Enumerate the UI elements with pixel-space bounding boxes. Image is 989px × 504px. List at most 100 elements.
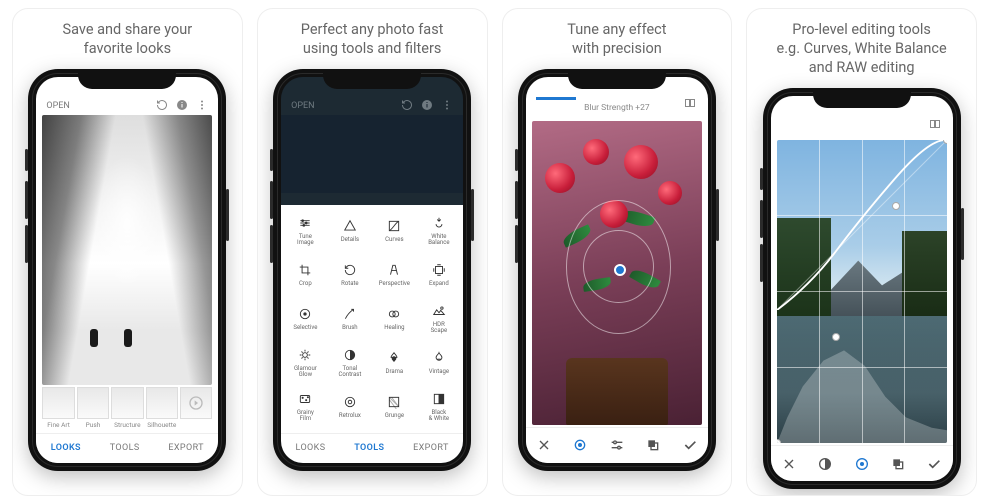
- tool-details[interactable]: Details: [328, 209, 373, 253]
- tool-expand[interactable]: Expand: [417, 253, 462, 297]
- tool-icon: [297, 391, 313, 407]
- tool-brush[interactable]: Brush: [328, 297, 373, 341]
- tool-icon: [297, 262, 313, 278]
- tool-label: WhiteBalance: [428, 234, 449, 247]
- tool-icon: [342, 347, 358, 363]
- tools-sheet: TuneImage DetailsCurves WhiteBalance Crop Ro…: [281, 205, 463, 433]
- sliders-button[interactable]: [609, 437, 625, 453]
- luminance-channel-button[interactable]: [817, 456, 833, 472]
- photo-canvas[interactable]: [42, 115, 212, 385]
- tool-glamour-glow[interactable]: GlamourGlow: [283, 341, 328, 385]
- invert-button[interactable]: [645, 437, 661, 453]
- compare-icon[interactable]: [929, 118, 941, 130]
- look-thumb[interactable]: Push: [77, 387, 109, 429]
- tool-label: Drama: [386, 369, 404, 375]
- caption-line: with precision: [572, 40, 662, 57]
- curve-node[interactable]: [892, 202, 900, 210]
- histogram: [777, 340, 947, 443]
- caption-line: Tune any effect: [567, 21, 666, 38]
- tool-icon: [431, 303, 447, 319]
- styles-button[interactable]: [890, 456, 906, 472]
- tab-export[interactable]: EXPORT: [413, 443, 449, 453]
- tool-label: TuneImage: [297, 234, 314, 247]
- look-thumb[interactable]: Silhouette: [146, 387, 178, 429]
- apply-button[interactable]: [682, 437, 698, 453]
- tool-selective[interactable]: Selective: [283, 297, 328, 341]
- tool-grainy-film[interactable]: GrainyFilm: [283, 385, 328, 429]
- tab-tools[interactable]: TOOLS: [110, 443, 140, 453]
- photo-canvas[interactable]: [532, 121, 702, 425]
- curve-line[interactable]: [777, 140, 947, 310]
- effect-value-label: Blur Strength +27: [584, 103, 650, 113]
- tool-label: TonalContrast: [338, 366, 361, 379]
- tool-perspective[interactable]: Perspective: [372, 253, 417, 297]
- info-icon[interactable]: [176, 99, 188, 111]
- panel-curves: Pro-level editing tools e.g. Curves, Whi…: [746, 8, 977, 496]
- tab-looks[interactable]: LOOKS: [51, 443, 81, 453]
- tool-label: Vintage: [429, 369, 449, 375]
- focus-mode-button[interactable]: [572, 437, 588, 453]
- look-thumb[interactable]: Structure: [111, 387, 143, 429]
- tool-icon: [431, 350, 447, 366]
- tool-icon: [297, 215, 313, 231]
- open-button[interactable]: OPEN: [291, 101, 314, 111]
- look-label: Fine Art: [47, 421, 70, 429]
- more-icon[interactable]: [441, 99, 453, 111]
- cancel-button[interactable]: [536, 437, 552, 453]
- tool-healing[interactable]: Healing: [372, 297, 417, 341]
- look-label: Push: [86, 421, 101, 429]
- tool-vintage[interactable]: Vintage: [417, 341, 462, 385]
- tool-icon: [386, 394, 402, 410]
- tab-looks[interactable]: LOOKS: [296, 443, 326, 453]
- tab-tools[interactable]: TOOLS: [354, 443, 384, 453]
- tool-crop[interactable]: Crop: [283, 253, 328, 297]
- tool-icon: [431, 215, 447, 231]
- tool-icon: [342, 306, 358, 322]
- undo-icon[interactable]: [156, 99, 168, 111]
- caption-line: Save and share your: [63, 21, 193, 38]
- tool-drama[interactable]: Drama: [372, 341, 417, 385]
- tool-label: Selective: [293, 325, 317, 331]
- tool-hdr-scape[interactable]: HDRScape: [417, 297, 462, 341]
- tool-rotate[interactable]: Rotate: [328, 253, 373, 297]
- look-label: Structure: [114, 421, 140, 429]
- look-thumb[interactable]: Fine Art: [42, 387, 74, 429]
- panel-caption: Tune any effect with precision: [567, 21, 666, 59]
- panel-tune: Tune any effect with precision Blur Stre…: [502, 8, 733, 496]
- tool-label: GlamourGlow: [294, 366, 317, 379]
- tab-export[interactable]: EXPORT: [168, 443, 204, 453]
- tool-label: Retrolux: [339, 413, 361, 419]
- phone-mockup: OPEN Fine Art Push Structure Silhouette: [28, 69, 226, 471]
- tool-black-white[interactable]: Black& White: [417, 385, 462, 429]
- tool-retrolux[interactable]: Retrolux: [328, 385, 373, 429]
- tool-icon: [386, 350, 402, 366]
- caption-line: using tools and filters: [303, 40, 442, 57]
- undo-icon[interactable]: [401, 99, 413, 111]
- apply-button[interactable]: [926, 456, 942, 472]
- tool-icon: [297, 306, 313, 322]
- phone-mockup: Blur Strength +27: [518, 69, 716, 471]
- tool-curves[interactable]: Curves: [372, 209, 417, 253]
- tool-label: Black& White: [429, 410, 449, 423]
- tool-label: Healing: [384, 325, 404, 331]
- tool-white-balance[interactable]: WhiteBalance: [417, 209, 462, 253]
- look-more[interactable]: [180, 387, 212, 429]
- channel-button[interactable]: [854, 456, 870, 472]
- tool-grunge[interactable]: Grunge: [372, 385, 417, 429]
- tool-tonal-contrast[interactable]: TonalContrast: [328, 341, 373, 385]
- photo-canvas[interactable]: [777, 140, 947, 443]
- tool-icon: [342, 218, 358, 234]
- control-point[interactable]: [614, 264, 626, 276]
- tool-tune-image[interactable]: TuneImage: [283, 209, 328, 253]
- info-icon[interactable]: [421, 99, 433, 111]
- cancel-button[interactable]: [781, 456, 797, 472]
- look-label: Silhouette: [147, 421, 176, 429]
- tool-icon: [386, 262, 402, 278]
- open-button[interactable]: OPEN: [46, 101, 69, 111]
- caption-line: Perfect any photo fast: [301, 21, 444, 38]
- compare-icon[interactable]: [684, 97, 696, 109]
- caption-line: e.g. Curves, White Balance: [777, 40, 947, 57]
- tool-label: Rotate: [341, 281, 359, 287]
- tool-label: Grunge: [385, 413, 404, 419]
- more-icon[interactable]: [196, 99, 208, 111]
